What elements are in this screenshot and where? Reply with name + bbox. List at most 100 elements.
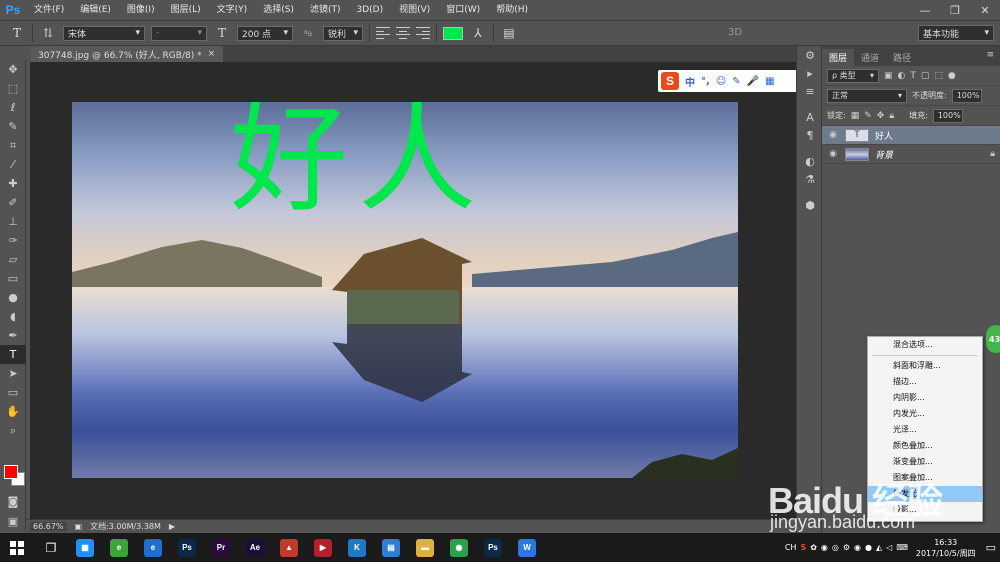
menu-edit[interactable]: 编辑(E)	[72, 0, 119, 20]
photo-canvas[interactable]: 好人	[72, 102, 738, 478]
menu-item-gradient-overlay[interactable]: 渐变叠加...	[868, 454, 982, 470]
wps-taskbar-button[interactable]: W	[510, 533, 544, 562]
filter-shape-icon[interactable]: ▢	[921, 71, 930, 81]
photoshop-taskbar-button[interactable]: Ps	[170, 533, 204, 562]
blend-mode-select[interactable]: 正常 ▾	[827, 88, 907, 103]
ime-voice-icon[interactable]: 🎤	[747, 76, 759, 87]
ime-toolbox-icon[interactable]: ▦	[765, 76, 774, 87]
photoshop-active-taskbar-button[interactable]: Ps	[476, 533, 510, 562]
healing-tool-icon[interactable]: ✚	[0, 174, 26, 193]
stamp-tool-icon[interactable]: ⊥	[0, 212, 26, 231]
panel-menu-icon[interactable]: ≡	[986, 50, 994, 60]
menu-item-satin[interactable]: 光泽...	[868, 422, 982, 438]
eyedropper-tool-icon[interactable]: ⁄	[0, 155, 26, 174]
warp-text-icon[interactable]: ⅄	[469, 26, 487, 40]
tray-icon-1[interactable]: ✿	[810, 543, 817, 552]
menu-item-inner-shadow[interactable]: 内阴影...	[868, 390, 982, 406]
document-tab[interactable]: 307748.jpg @ 66.7% (好人, RGB/8) * ×	[30, 46, 224, 62]
tray-icon-5[interactable]: ◉	[854, 543, 861, 552]
premiere-taskbar-button[interactable]: Pr	[204, 533, 238, 562]
menu-item-pattern-overlay[interactable]: 图案叠加...	[868, 470, 982, 486]
menu-item-color-overlay[interactable]: 颜色叠加...	[868, 438, 982, 454]
type-tool-icon[interactable]: T	[8, 26, 26, 40]
ime-punctuation[interactable]: °,	[701, 76, 710, 87]
menu-window[interactable]: 窗口(W)	[438, 0, 488, 20]
menu-select[interactable]: 选择(S)	[255, 0, 302, 20]
visibility-eye-icon[interactable]: ◉	[827, 130, 839, 140]
sogou-tray-icon[interactable]: S	[800, 543, 806, 552]
acrobat-taskbar-button[interactable]: ▲	[272, 533, 306, 562]
menu-type[interactable]: 文字(Y)	[209, 0, 256, 20]
keyboard-icon[interactable]: ⌨	[896, 543, 908, 552]
media-player-taskbar-button[interactable]: ▶	[306, 533, 340, 562]
zoom-tool-icon[interactable]: ⌕	[0, 421, 26, 440]
minimize-button[interactable]: —	[910, 0, 940, 20]
history-panel-icon[interactable]: ⚙	[797, 46, 823, 64]
ime-chinese-mode[interactable]: 中	[685, 74, 695, 89]
actions-panel-icon[interactable]: ▸	[797, 64, 823, 82]
k-app-taskbar-button[interactable]: K	[340, 533, 374, 562]
shape-tool-icon[interactable]: ▭	[0, 383, 26, 402]
ime-handwrite-icon[interactable]: ✎	[732, 76, 740, 87]
menu-item-blending-options[interactable]: 混合选项...	[868, 337, 982, 353]
tab-paths[interactable]: 路径	[886, 49, 918, 66]
canvas-area[interactable]: 好人 S 中 °, ☺ ✎ 🎤 ▦	[30, 62, 800, 519]
clock[interactable]: 16:33 2017/10/5/周四	[916, 537, 976, 559]
dodge-tool-icon[interactable]: ◖	[0, 307, 26, 326]
color-swatches[interactable]	[4, 465, 26, 487]
floating-badge[interactable]: 43	[986, 325, 1000, 353]
3d-panel-icon[interactable]: ⬢	[797, 196, 823, 214]
ime-emoji-icon[interactable]: ☺	[716, 76, 726, 87]
filter-toggle-icon[interactable]: ●	[948, 71, 956, 81]
text-color-swatch[interactable]	[443, 26, 463, 40]
notifications-icon[interactable]: ▭	[986, 541, 996, 554]
layer-row-background[interactable]: ◉ 背景 🔒︎	[822, 145, 1000, 164]
workspace-select[interactable]: 基本功能 ▾	[918, 25, 994, 41]
menu-file[interactable]: 文件(F)	[26, 0, 72, 20]
marquee-tool-icon[interactable]: ⬚	[0, 79, 26, 98]
filter-adjustment-icon[interactable]: ◐	[898, 71, 906, 81]
chrome-taskbar-button[interactable]: ◉	[442, 533, 476, 562]
menu-view[interactable]: 视图(V)	[391, 0, 438, 20]
tray-icon-2[interactable]: ◉	[821, 543, 828, 552]
quick-mask-icon[interactable]: ◙	[0, 492, 26, 511]
blur-tool-icon[interactable]: ●	[0, 288, 26, 307]
status-menu-arrow-icon[interactable]: ▶	[169, 522, 175, 531]
tray-icon-4[interactable]: ⚙	[843, 543, 850, 552]
foreground-color[interactable]	[4, 465, 18, 479]
zoom-level[interactable]: 66.67%	[30, 522, 67, 531]
lock-transparent-icon[interactable]: ▦	[851, 111, 860, 121]
layer-row-text[interactable]: ◉ T 好人	[822, 126, 1000, 145]
360-browser-taskbar-button[interactable]: e	[102, 533, 136, 562]
menu-item-outer-glow[interactable]: 外发光...	[868, 486, 982, 502]
screen-mode-icon[interactable]: ▣	[0, 512, 26, 531]
network-icon[interactable]: ◭	[876, 543, 882, 552]
eraser-tool-icon[interactable]: ▱	[0, 250, 26, 269]
start-button[interactable]	[0, 533, 34, 562]
layer-filter-select[interactable]: ρ 类型 ▾	[827, 68, 879, 83]
align-right-icon[interactable]	[416, 27, 430, 39]
menu-filter[interactable]: 滤镜(T)	[302, 0, 349, 20]
tray-icon-3[interactable]: ◎	[832, 543, 839, 552]
tab-layers[interactable]: 图层	[822, 49, 855, 66]
path-select-tool-icon[interactable]: ➤	[0, 364, 26, 383]
canvas-text-layer[interactable]: 好人	[230, 102, 486, 218]
restore-button[interactable]: ❐	[940, 0, 970, 20]
tab-channels[interactable]: 通道	[854, 49, 886, 66]
visibility-eye-icon[interactable]: ◉	[827, 149, 839, 159]
paragraph-panel-icon[interactable]: ¶	[797, 126, 823, 144]
text-orientation-icon[interactable]: ⇅	[39, 26, 57, 40]
antialias-select[interactable]: 锐利 ▾	[323, 25, 363, 41]
menu-item-stroke[interactable]: 描边...	[868, 374, 982, 390]
volume-icon[interactable]: ◁	[886, 543, 892, 552]
folder-taskbar-button[interactable]: ▬	[408, 533, 442, 562]
type-tool-icon[interactable]: T	[0, 345, 26, 364]
font-size-select[interactable]: 200 点 ▾	[237, 25, 293, 41]
ie-taskbar-button[interactable]: e	[136, 533, 170, 562]
close-tab-icon[interactable]: ×	[208, 49, 216, 59]
filter-type-icon[interactable]: T	[910, 71, 916, 81]
move-tool-icon[interactable]: ✥	[0, 60, 26, 79]
align-left-icon[interactable]	[376, 27, 390, 39]
lock-position-icon[interactable]: ✥	[877, 111, 885, 121]
font-family-select[interactable]: 宋体 ▾	[63, 25, 145, 41]
